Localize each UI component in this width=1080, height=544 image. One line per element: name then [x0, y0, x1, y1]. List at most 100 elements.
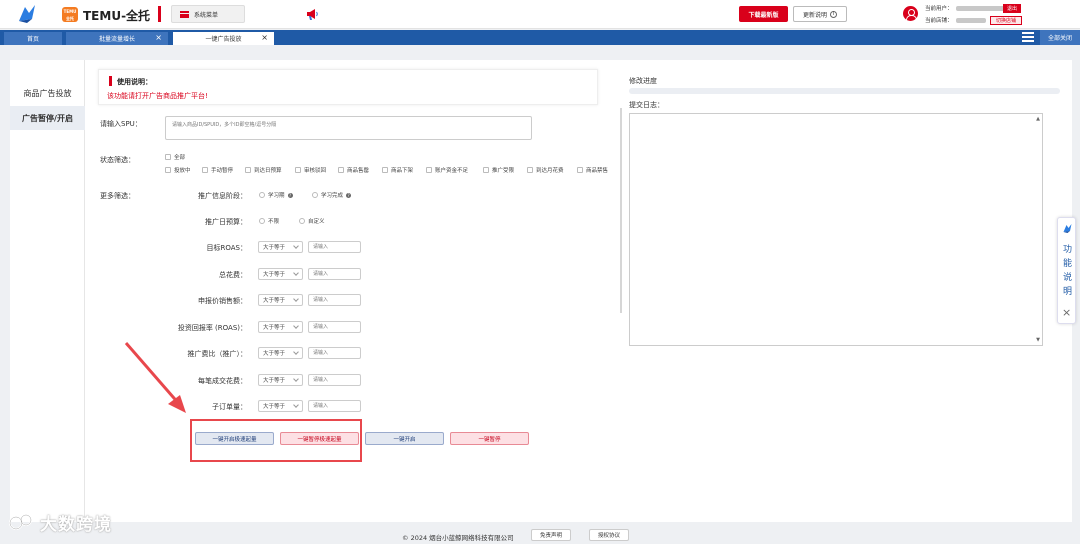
- sidebar-item-product-ads[interactable]: 商品广告投放: [10, 81, 85, 105]
- checkbox-box: [527, 167, 533, 173]
- app-title: TEMU-全托: [83, 9, 151, 23]
- status-checkbox-sold-out[interactable]: 商品售罄: [338, 166, 369, 174]
- function-guide-panel[interactable]: 功 能 说 明 ×: [1057, 217, 1076, 324]
- help-icon[interactable]: ?: [287, 192, 293, 198]
- operator-select[interactable]: 大于等于: [258, 294, 303, 306]
- budget-radio-unlimited[interactable]: 不限: [259, 217, 279, 225]
- one-click-pause-button[interactable]: 一键暂停: [450, 432, 529, 445]
- help-icon[interactable]: ?: [346, 192, 352, 198]
- filter-label-declared-sales: 申报价销售额：: [198, 297, 247, 305]
- operator-select[interactable]: 大于等于: [258, 400, 303, 412]
- chevron-down-icon: [293, 323, 299, 329]
- disclaimer-button[interactable]: 免责声明: [531, 529, 571, 541]
- budget-radio-custom[interactable]: 自定义: [299, 217, 325, 225]
- tab-one-click-ads-label: 一键广告投放: [205, 36, 242, 43]
- filter-input-declared-sales[interactable]: [308, 294, 361, 306]
- chevron-down-icon: [293, 376, 299, 382]
- current-user-row: 当前用户：: [925, 4, 1008, 12]
- filter-label-roas: 投资回报率 (ROAS)：: [177, 324, 247, 332]
- operator-value: 大于等于: [263, 378, 286, 384]
- status-checkbox-live[interactable]: 投放中: [165, 166, 191, 174]
- update-notes-button[interactable]: 更新说明 i: [793, 6, 847, 22]
- close-icon[interactable]: ×: [155, 33, 162, 42]
- tab-home[interactable]: 首页: [4, 32, 62, 45]
- sidebar-item-label: 商品广告投放: [23, 88, 72, 98]
- menu-list-icon: [180, 10, 189, 18]
- filter-input-ad-cost-ratio[interactable]: [308, 347, 361, 359]
- submit-log-textarea[interactable]: ▲ ▼: [629, 113, 1043, 346]
- radio-circle: [259, 192, 265, 198]
- status-option-label: 商品下架: [391, 168, 414, 174]
- status-option-label: 投放中: [174, 168, 191, 174]
- stage-radio-learning[interactable]: 学习期 ?: [259, 191, 293, 199]
- download-latest-button[interactable]: 下载最新版: [739, 6, 788, 22]
- checkbox-box: [165, 167, 171, 173]
- scroll-up-icon[interactable]: ▲: [1036, 116, 1040, 122]
- form-scrollbar[interactable]: [620, 108, 622, 313]
- status-filter-label: 状态筛选：: [100, 156, 135, 164]
- filter-input-sub-orders[interactable]: [308, 400, 361, 412]
- filter-label-cost-per-order: 每笔成交花费：: [198, 377, 247, 385]
- operator-select[interactable]: 大于等于: [258, 241, 303, 253]
- tab-bar: 首页 批量流量增长 × 一键广告投放 × 全部关闭: [0, 30, 1080, 45]
- one-click-start-button[interactable]: 一键开启: [365, 432, 444, 445]
- usage-notice: 使用说明： 该功能请打开广告商品推广平台!: [98, 69, 598, 105]
- guide-char: 能: [1062, 259, 1072, 269]
- status-checkbox-monthly-spend[interactable]: 到达月花费: [527, 166, 564, 174]
- operator-value: 大于等于: [263, 272, 286, 278]
- current-user-label: 当前用户：: [925, 6, 953, 12]
- status-checkbox-banned[interactable]: 商品禁售: [577, 166, 608, 174]
- close-icon[interactable]: ×: [261, 33, 268, 42]
- guide-char: 功: [1062, 245, 1072, 255]
- close-icon[interactable]: ×: [1062, 306, 1071, 319]
- filter-label-sub-orders: 子订单量：: [212, 403, 247, 411]
- progress-label: 修改进度: [629, 77, 657, 85]
- operator-select[interactable]: 大于等于: [258, 268, 303, 280]
- filter-input-target-roas[interactable]: [308, 241, 361, 253]
- status-checkbox-insufficient-funds[interactable]: 账户资金不足: [426, 166, 468, 174]
- logout-button[interactable]: 退出: [1003, 4, 1021, 13]
- operator-value: 大于等于: [263, 404, 286, 410]
- checkbox-box: [382, 167, 388, 173]
- user-avatar-icon[interactable]: [903, 6, 918, 21]
- tab-batch-traffic[interactable]: 批量流量增长 ×: [66, 32, 168, 45]
- filter-input-roas[interactable]: [308, 321, 361, 333]
- info-icon: i: [830, 10, 837, 18]
- sidebar: 商品广告投放 广告暂停/开启: [10, 60, 85, 522]
- license-button[interactable]: 授权协议: [589, 529, 629, 541]
- operator-select[interactable]: 大于等于: [258, 321, 303, 333]
- status-checkbox-manual-pause[interactable]: 手动暂停: [202, 166, 233, 174]
- sidebar-item-ads-pause-start[interactable]: 广告暂停/开启: [10, 106, 85, 130]
- tab-batch-traffic-label: 批量流量增长: [98, 36, 135, 43]
- close-all-tabs-button[interactable]: 全部关闭: [1040, 30, 1080, 45]
- status-checkbox-rejected[interactable]: 审核驳回: [295, 166, 326, 174]
- filter-input-total-spend[interactable]: [308, 268, 361, 280]
- status-option-label: 手动暂停: [211, 168, 234, 174]
- spu-label: 请输入SPU：: [100, 120, 142, 128]
- filter-input-cost-per-order[interactable]: [308, 374, 361, 386]
- status-checkbox-delisted[interactable]: 商品下架: [382, 166, 413, 174]
- user-name-redacted: [955, 5, 1008, 11]
- tab-one-click-ads[interactable]: 一键广告投放 ×: [173, 32, 274, 45]
- status-all-checkbox[interactable]: 全部: [165, 153, 185, 161]
- stage-radio-learned[interactable]: 学习完成 ?: [312, 191, 352, 199]
- budget-option-label: 自定义: [308, 219, 325, 225]
- stage-option-label: 学习完成: [321, 193, 344, 199]
- status-checkbox-restricted[interactable]: 推广受限: [483, 166, 514, 174]
- operator-select[interactable]: 大于等于: [258, 374, 303, 386]
- system-menu-button[interactable]: 系统菜单: [171, 5, 245, 23]
- operator-select[interactable]: 大于等于: [258, 347, 303, 359]
- tab-list-icon[interactable]: [1022, 32, 1034, 42]
- megaphone-icon[interactable]: [305, 7, 319, 21]
- guide-char: 说: [1062, 273, 1072, 283]
- switch-store-button[interactable]: 切换店铺: [990, 16, 1022, 25]
- current-store-row: 当前店铺：: [925, 16, 986, 24]
- checkbox-box: [295, 167, 301, 173]
- status-option-label: 账户资金不足: [435, 168, 469, 174]
- tab-home-label: 首页: [26, 36, 39, 43]
- spu-input[interactable]: [165, 116, 532, 140]
- scroll-down-icon[interactable]: ▼: [1036, 337, 1040, 343]
- status-checkbox-daily-budget[interactable]: 到达日预算: [245, 166, 282, 174]
- checkbox-box: [426, 167, 432, 173]
- notice-text: 该功能请打开广告商品推广平台!: [107, 92, 208, 100]
